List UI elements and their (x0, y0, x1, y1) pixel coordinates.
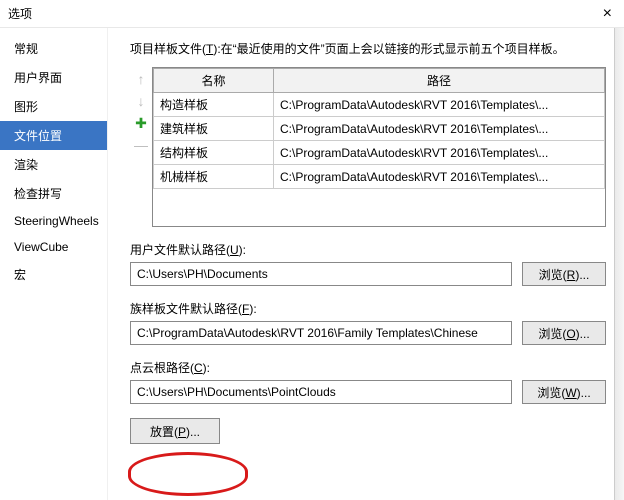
pointcloud-path-label: 点云根路径(C): (130, 359, 606, 376)
templates-area: ↑ ↓ ✚ — 名称 路径 构造样板C:\ProgramData\Autodes… (130, 67, 606, 227)
cell-path[interactable]: C:\ProgramData\Autodesk\RVT 2016\Templat… (274, 117, 605, 141)
sidebar-item-steeringwheels[interactable]: SteeringWheels (0, 208, 107, 234)
user-path-input[interactable] (130, 262, 512, 286)
cell-name[interactable]: 建筑样板 (154, 117, 274, 141)
cell-name[interactable]: 结构样板 (154, 141, 274, 165)
templates-table[interactable]: 名称 路径 构造样板C:\ProgramData\Autodesk\RVT 20… (152, 67, 606, 227)
sidebar-item-graphics[interactable]: 图形 (0, 92, 107, 121)
cell-name[interactable]: 机械样板 (154, 165, 274, 189)
cell-path[interactable]: C:\ProgramData\Autodesk\RVT 2016\Templat… (274, 93, 605, 117)
move-up-icon[interactable]: ↑ (133, 71, 149, 87)
add-icon[interactable]: ✚ (133, 115, 149, 131)
family-path-label: 族样板文件默认路径(F): (130, 300, 606, 317)
places-button[interactable]: 放置(P)... (130, 418, 220, 444)
sidebar-item-spellcheck[interactable]: 检查拼写 (0, 179, 107, 208)
table-row[interactable]: 机械样板C:\ProgramData\Autodesk\RVT 2016\Tem… (154, 165, 605, 189)
sidebar-item-file-locations[interactable]: 文件位置 (0, 121, 107, 150)
sidebar-item-rendering[interactable]: 渲染 (0, 150, 107, 179)
pointcloud-path-input[interactable] (130, 380, 512, 404)
table-row[interactable]: 构造样板C:\ProgramData\Autodesk\RVT 2016\Tem… (154, 93, 605, 117)
table-toolbar: ↑ ↓ ✚ — (130, 67, 152, 227)
main-layout: 常规 用户界面 图形 文件位置 渲染 检查拼写 SteeringWheels V… (0, 28, 624, 500)
sidebar-item-ui[interactable]: 用户界面 (0, 63, 107, 92)
col-path-header[interactable]: 路径 (274, 69, 605, 93)
pointcloud-path-group: 点云根路径(C): 浏览(W)... (130, 359, 606, 404)
window-title: 选项 (8, 0, 32, 28)
browse-pointcloud-button[interactable]: 浏览(W)... (522, 380, 606, 404)
family-path-group: 族样板文件默认路径(F): 浏览(O)... (130, 300, 606, 345)
content-panel: 项目样板文件(T):在“最近使用的文件”页面上会以链接的形式显示前五个项目样板。… (108, 28, 624, 500)
remove-icon[interactable]: — (133, 137, 149, 153)
table-row[interactable]: 建筑样板C:\ProgramData\Autodesk\RVT 2016\Tem… (154, 117, 605, 141)
user-path-label: 用户文件默认路径(U): (130, 241, 606, 258)
family-path-input[interactable] (130, 321, 512, 345)
sidebar-item-general[interactable]: 常规 (0, 34, 107, 63)
title-bar: 选项 × (0, 0, 624, 28)
col-name-header[interactable]: 名称 (154, 69, 274, 93)
user-path-group: 用户文件默认路径(U): 浏览(R)... (130, 241, 606, 286)
intro-text: 项目样板文件(T):在“最近使用的文件”页面上会以链接的形式显示前五个项目样板。 (130, 40, 606, 57)
browse-user-button[interactable]: 浏览(R)... (522, 262, 606, 286)
sidebar-item-macros[interactable]: 宏 (0, 260, 107, 289)
browse-family-button[interactable]: 浏览(O)... (522, 321, 606, 345)
table-row[interactable]: 结构样板C:\ProgramData\Autodesk\RVT 2016\Tem… (154, 141, 605, 165)
sidebar-item-viewcube[interactable]: ViewCube (0, 234, 107, 260)
right-edge-strip (614, 28, 624, 500)
cell-path[interactable]: C:\ProgramData\Autodesk\RVT 2016\Templat… (274, 141, 605, 165)
cell-name[interactable]: 构造样板 (154, 93, 274, 117)
close-icon[interactable]: × (599, 0, 616, 28)
cell-path[interactable]: C:\ProgramData\Autodesk\RVT 2016\Templat… (274, 165, 605, 189)
sidebar: 常规 用户界面 图形 文件位置 渲染 检查拼写 SteeringWheels V… (0, 28, 108, 500)
move-down-icon[interactable]: ↓ (133, 93, 149, 109)
